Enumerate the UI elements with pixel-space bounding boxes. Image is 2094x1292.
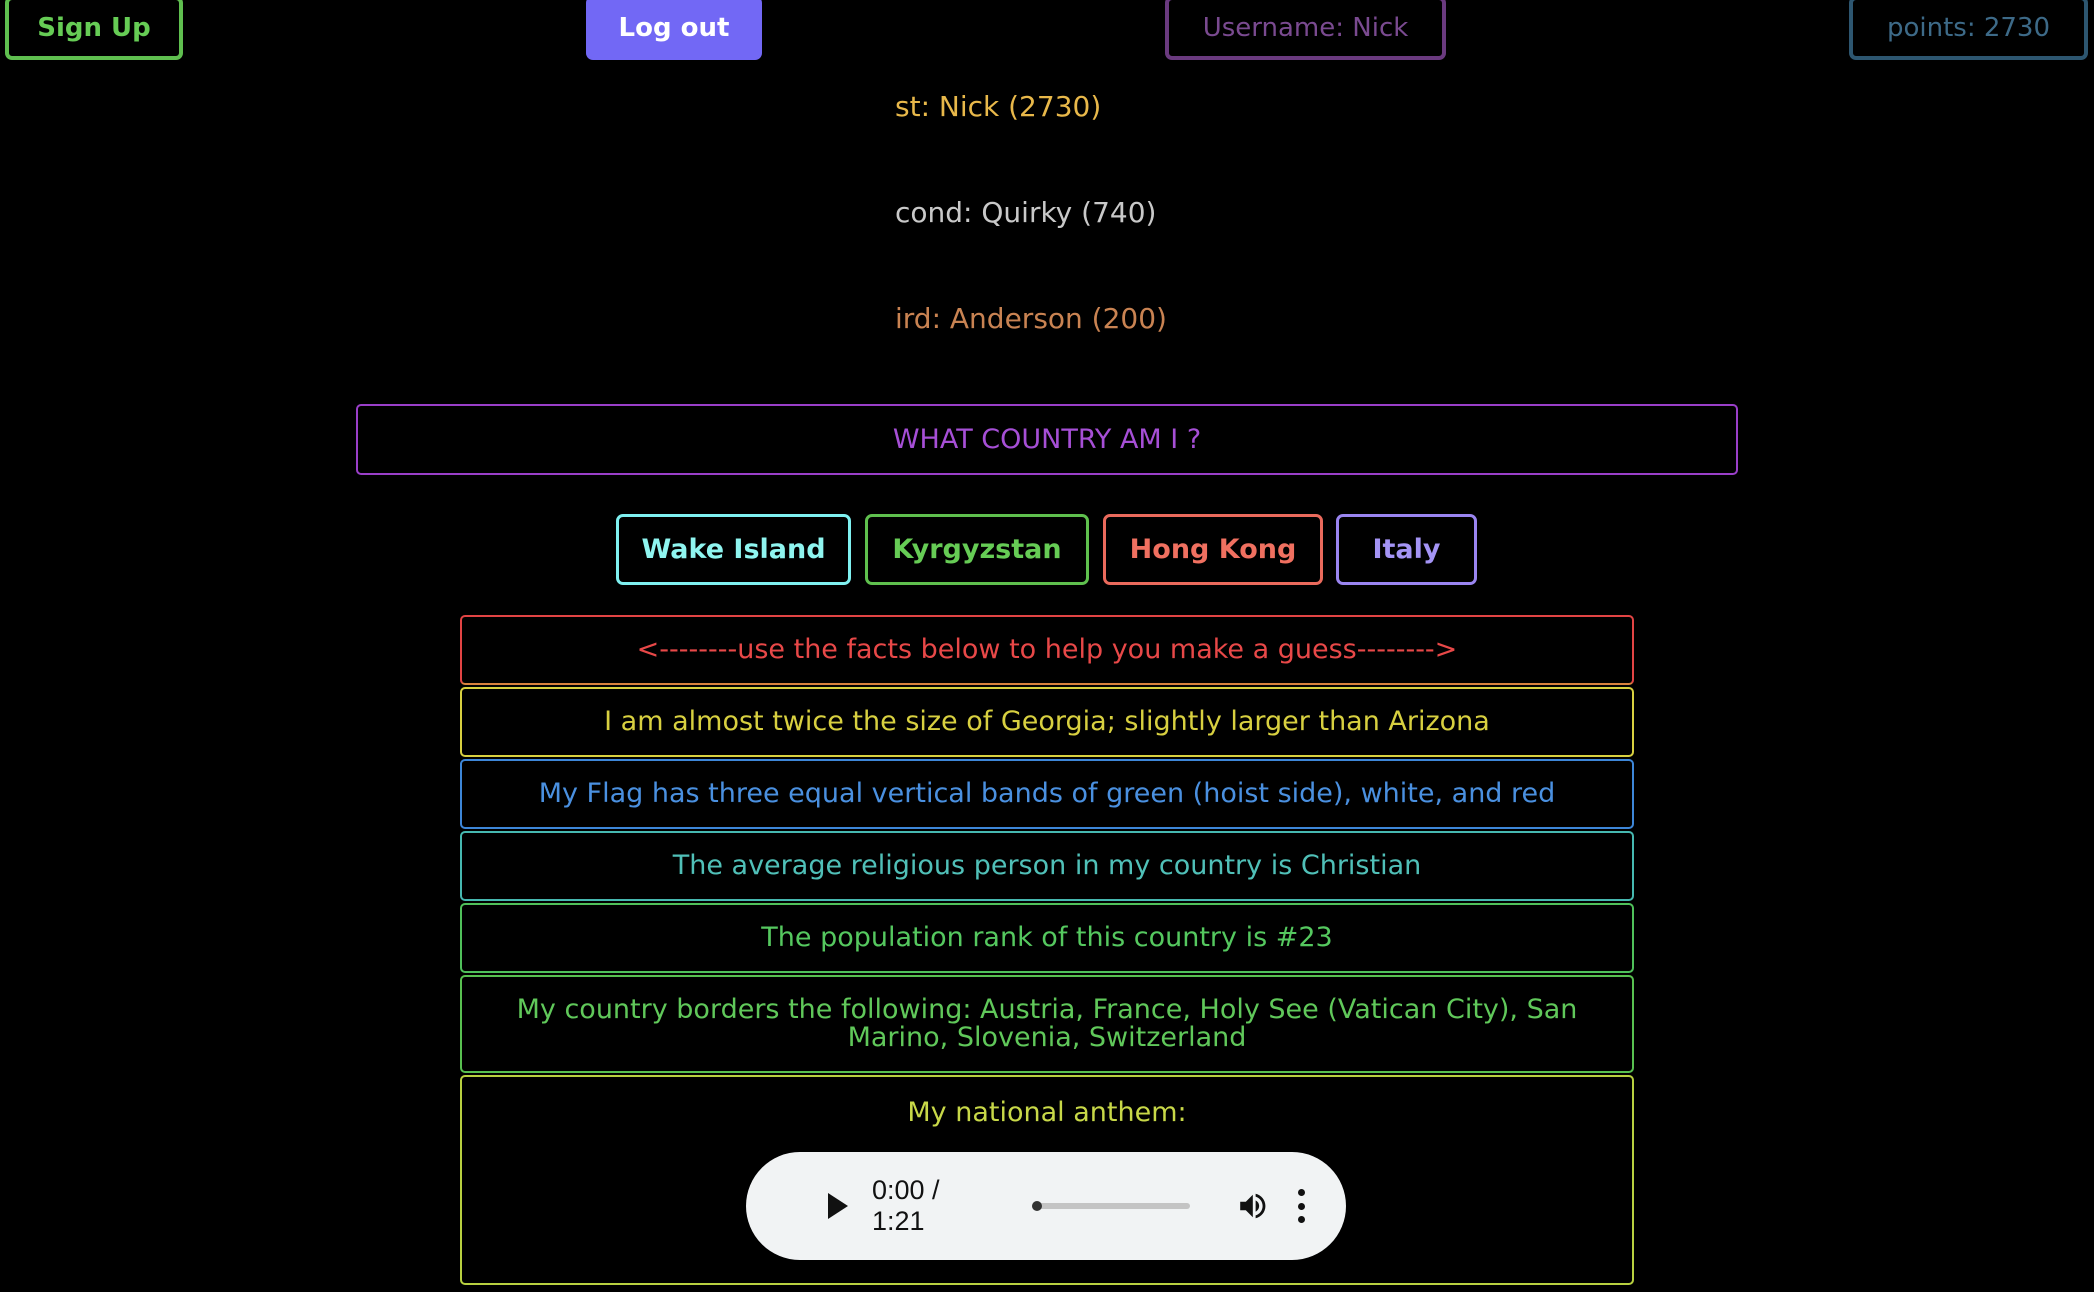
fact-borders: My country borders the following: Austri…: [460, 975, 1634, 1073]
leaderboard-third: ird: Anderson (200): [895, 302, 1167, 335]
anthem-label: My national anthem:: [907, 1097, 1187, 1128]
leaderboard-first: st: Nick (2730): [895, 90, 1102, 123]
option-button[interactable]: Hong Kong: [1103, 514, 1323, 585]
leaderboard-second: cond: Quirky (740): [895, 196, 1157, 229]
option-button[interactable]: Italy: [1336, 514, 1477, 585]
option-button[interactable]: Kyrgyzstan: [865, 514, 1089, 585]
progress-knob[interactable]: [1032, 1201, 1043, 1211]
fact-flag: My Flag has three equal vertical bands o…: [460, 759, 1634, 829]
answer-options: Wake Island Kyrgyzstan Hong Kong Italy: [0, 514, 2094, 585]
audio-time: 0:00 / 1:21: [872, 1175, 940, 1236]
fact-religion: The average religious person in my count…: [460, 831, 1634, 901]
question-banner: WHAT COUNTRY AM I ?: [356, 404, 1738, 475]
audio-progress-slider[interactable]: [1032, 1201, 1191, 1211]
sign-up-button[interactable]: Sign Up: [5, 0, 183, 60]
username-badge: Username: Nick: [1165, 0, 1446, 60]
page: Sign Up Log out Username: Nick points: 2…: [0, 0, 2094, 1292]
volume-icon[interactable]: [1236, 1189, 1270, 1223]
leaderboard: st: Nick (2730) cond: Quirky (740) ird: …: [895, 90, 1295, 350]
play-icon[interactable]: [828, 1193, 848, 1219]
fact-population: The population rank of this country is #…: [460, 903, 1634, 973]
audio-player[interactable]: 0:00 / 1:21: [746, 1152, 1346, 1260]
hint-banner: <--------use the facts below to help you…: [460, 615, 1634, 685]
option-button[interactable]: Wake Island: [616, 514, 851, 585]
log-out-button[interactable]: Log out: [586, 0, 762, 60]
points-badge: points: 2730: [1849, 0, 2088, 60]
fact-size: I am almost twice the size of Georgia; s…: [460, 687, 1634, 757]
more-vert-icon[interactable]: [1296, 1189, 1306, 1223]
